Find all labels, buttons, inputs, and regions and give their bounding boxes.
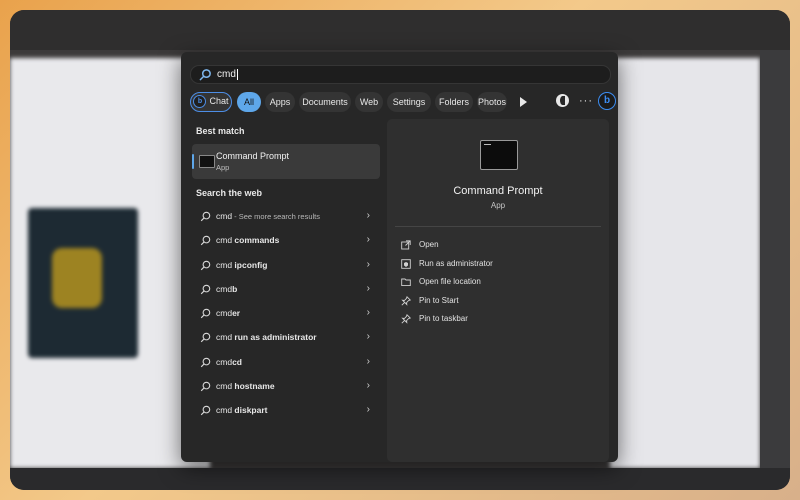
web-result-query: cmd [216, 332, 235, 343]
detail-pane: Command Prompt App Open Run as administr… [387, 119, 609, 462]
search-icon [200, 406, 211, 416]
web-result-completion: commands [234, 235, 280, 246]
search-icon [200, 308, 211, 319]
detail-app-name: Command Prompt [453, 185, 543, 197]
web-result-item[interactable]: cmd commands › [192, 228, 380, 252]
web-result-item[interactable]: cmd - See more search results › [192, 204, 380, 228]
chevron-right-icon: › [366, 282, 370, 294]
search-icon [200, 211, 211, 222]
filter-web[interactable]: Web [355, 92, 383, 112]
web-result-item[interactable]: cmd diskpart › [192, 398, 380, 422]
chevron-right-icon: › [366, 331, 370, 343]
action-label: Open file location [419, 277, 481, 286]
search-icon [200, 236, 211, 246]
web-result-completion: cd [232, 356, 242, 367]
background-image [28, 208, 138, 358]
detail-app-type: App [490, 201, 506, 210]
best-match-subtitle: App [216, 163, 230, 172]
command-prompt-icon [480, 140, 518, 170]
search-icon [200, 357, 211, 367]
web-result-item[interactable]: cmdcd › [192, 350, 380, 374]
web-result-query: cmd [216, 356, 233, 367]
scroll-filters-right-icon[interactable] [520, 97, 527, 107]
filter-chat[interactable]: b Chat [190, 92, 232, 112]
folder-icon [401, 278, 411, 287]
web-result-hint: - See more search results [232, 212, 321, 221]
web-result-item[interactable]: cmder › [192, 301, 380, 325]
filter-documents[interactable]: Documents [299, 92, 351, 112]
background-window-right [610, 58, 760, 468]
search-query-text: cmd [217, 69, 236, 80]
web-result-completion: run as administrator [234, 332, 317, 343]
bing-icon[interactable]: b [598, 92, 616, 110]
web-result-item[interactable]: cmd hostname › [192, 374, 380, 398]
web-result-completion: b [232, 283, 238, 294]
filter-folders[interactable]: Folders [435, 92, 473, 112]
web-result-completion: ipconfig [234, 259, 268, 270]
pin-icon [401, 295, 411, 306]
shield-window-icon [401, 258, 411, 269]
web-result-completion: hostname [234, 381, 275, 392]
action-label: Run as administrator [419, 258, 493, 268]
web-result-query: cmd [216, 308, 233, 319]
web-result-query: cmd [216, 405, 235, 416]
best-match-heading: Best match [196, 126, 245, 136]
chevron-right-icon: › [366, 234, 370, 246]
chevron-right-icon: › [366, 258, 370, 270]
bing-chat-icon: b [193, 95, 207, 109]
background-window-left [10, 58, 210, 468]
command-prompt-icon [199, 155, 215, 168]
divider [395, 226, 601, 227]
web-result-item[interactable]: cmd run as administrator › [192, 325, 380, 349]
search-icon [200, 260, 211, 270]
more-options-icon[interactable]: ··· [579, 92, 593, 110]
search-web-heading: Search the web [196, 188, 263, 198]
open-external-icon [401, 240, 411, 250]
web-result-completion: diskpart [234, 405, 268, 416]
account-avatar-icon[interactable] [556, 94, 569, 107]
action-label: Pin to taskbar [419, 314, 468, 323]
search-icon [200, 333, 211, 343]
background-scrollbar [760, 50, 790, 468]
search-icon [200, 381, 211, 392]
search-icon [200, 284, 211, 295]
web-results-list: cmd - See more search results › cmd comm… [192, 204, 380, 423]
web-result-item[interactable]: cmdb › [192, 277, 380, 301]
best-match-title: Command Prompt [216, 151, 290, 161]
text-caret [236, 68, 238, 80]
chevron-right-icon: › [366, 210, 370, 221]
search-icon [199, 69, 211, 81]
filter-apps[interactable]: Apps [265, 92, 295, 112]
search-input[interactable]: cmd [190, 65, 611, 84]
filter-settings[interactable]: Settings [387, 92, 431, 112]
filter-all[interactable]: All [237, 92, 261, 112]
web-result-query: cmd [216, 211, 233, 221]
chevron-right-icon: › [366, 404, 370, 416]
action-label: Pin to Start [419, 295, 459, 305]
chevron-right-icon: › [366, 355, 370, 367]
web-result-query: cmd [216, 235, 235, 246]
search-panel: cmd b Chat All Apps Documents Web Setting… [181, 52, 618, 462]
web-result-item[interactable]: cmd ipconfig › [192, 253, 380, 277]
best-match-result[interactable]: Command Prompt App [192, 144, 380, 179]
selection-indicator [192, 154, 194, 169]
web-result-query: cmd [216, 283, 233, 294]
pin-icon [401, 314, 411, 324]
background-titlebar [10, 10, 790, 50]
filter-bar: b Chat All Apps Documents Web Settings Fo… [190, 92, 616, 112]
web-result-completion: er [232, 308, 241, 319]
web-result-query: cmd [216, 259, 235, 270]
taskbar [10, 468, 790, 490]
web-result-query: cmd [216, 381, 235, 392]
chevron-right-icon: › [366, 380, 370, 392]
chevron-right-icon: › [366, 307, 370, 319]
filter-chat-label: Chat [209, 96, 229, 106]
action-label: Open [419, 240, 439, 249]
filter-photos[interactable]: Photos [477, 92, 507, 112]
